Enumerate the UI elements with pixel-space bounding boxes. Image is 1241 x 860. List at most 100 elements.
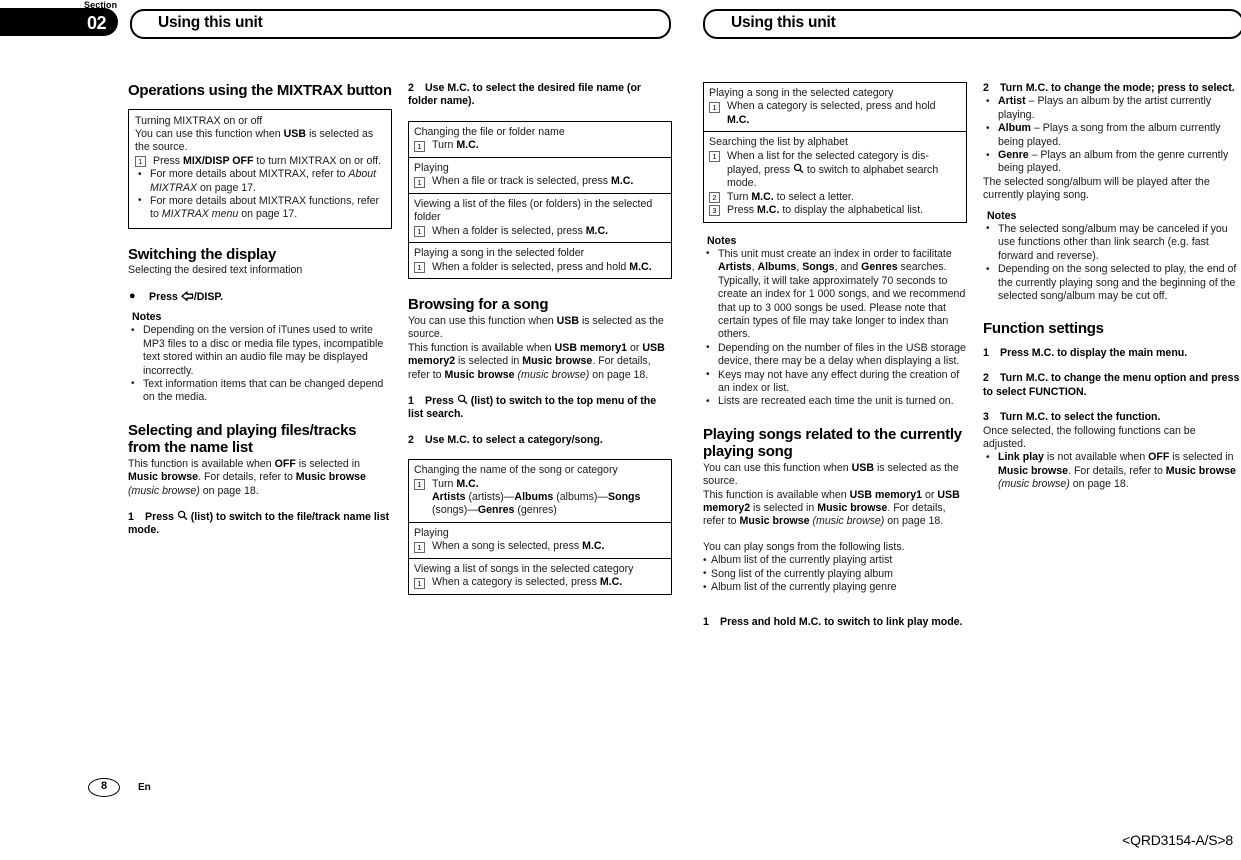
step-number-badge: 1 <box>414 226 425 238</box>
notes-heading-4: Notes <box>987 209 1017 222</box>
procedure-row-title: Viewing a list of songs in the selected … <box>414 563 634 576</box>
procedure-row-title: Changing the file or folder name <box>414 125 565 138</box>
page-footer-left: 8 En <box>88 778 151 797</box>
chapter-tab-left-label: Using this unit <box>158 14 263 31</box>
function-step-2: 2 Turn M.C. to change the menu option and… <box>983 372 1240 398</box>
link-play-step-2: 2 Turn M.C. to change the mode; press to … <box>983 82 1235 94</box>
step-number-badge: 1 <box>414 140 425 152</box>
procedure-row-title: Playing <box>414 161 449 174</box>
link-play-step-1: 1 Press and hold M.C. to switch to link p… <box>703 615 963 628</box>
bullet-dot-icon: • <box>986 223 990 235</box>
step-number-badge: 3 <box>709 205 720 217</box>
bullet-dot-icon: • <box>986 122 990 134</box>
mode-item: • Album – Plays a song from the album cur… <box>986 122 1221 148</box>
bullet-dot-icon: • <box>131 378 135 390</box>
category-song-procedure-box: Changing the name of the song or categor… <box>408 459 672 596</box>
magnifier-list-icon <box>457 394 468 405</box>
after-modes-text: The selected song/album will be played a… <box>983 175 1210 202</box>
step-number-badge: 1 <box>414 176 425 188</box>
step-number-badge: 1 <box>135 156 146 168</box>
notes-list-4: • The selected song/album may be canceled… <box>983 223 1241 303</box>
mode-item: • Genre – Plays an album from the genre c… <box>986 149 1229 175</box>
browsing-step-1: 1 Press (list) to switch to the top menu … <box>408 394 657 421</box>
bullet-dot-icon: • <box>986 451 990 463</box>
mixtrax-procedure-box: Turning MIXTRAX on or off You can use th… <box>128 108 392 229</box>
column-1: Operations using the MIXTRAX button Turn… <box>128 82 392 538</box>
heading-selecting-playing: Selecting and playing files/tracks from … <box>128 421 357 457</box>
chapter-tab-right: Using this unit <box>703 9 1241 39</box>
procedure-row-title: Changing the name of the song or categor… <box>414 464 618 477</box>
alphabet-search-procedure-box: Playing a song in the selected category … <box>703 82 967 223</box>
procedure-row-step: 1 Turn M.C. <box>414 478 666 491</box>
bullet-dot-icon: • <box>138 168 142 180</box>
bullet-dot-icon: • <box>131 324 135 336</box>
procedure-row-step: 1 When a folder is selected, press and ho… <box>414 261 666 274</box>
procedure-row-title: Playing <box>414 526 449 539</box>
procedure-row: Viewing a list of the files (or folders)… <box>409 194 671 244</box>
function-step-3-note: Once selected, the following functions c… <box>983 424 1196 450</box>
page-number: 8 <box>88 778 120 797</box>
page-header: Section 02 Using this unit Using this un… <box>0 0 1241 42</box>
bullet-dot-icon: • <box>703 581 707 593</box>
note-item: • Depending on the song selected to play,… <box>986 263 1237 302</box>
list-item: • Song list of the currently playing albu… <box>703 567 893 580</box>
procedure-row: Viewing a list of songs in the selected … <box>409 559 671 594</box>
mixtrax-box-lead: You can use this function when USB is se… <box>135 127 374 154</box>
browsing-intro-1: You can use this function when USB is se… <box>408 314 664 341</box>
procedure-row: Playing a song in the selected folder 1W… <box>409 243 671 278</box>
mixtrax-step-1: 1 Press MIX/DISP OFF to turn MIXTRAX on o… <box>135 155 385 168</box>
heading-playing-related-songs: Playing songs related to the currently p… <box>703 425 962 461</box>
document-code: <QRD3154-A/S>8 <box>1122 832 1233 848</box>
back-arrow-icon <box>181 290 194 301</box>
language-code: En <box>138 782 151 793</box>
heading-operations-mixtrax: Operations using the MIXTRAX button <box>128 82 392 99</box>
filled-bullet-icon: ● <box>129 289 136 302</box>
mode-item: • Artist – Plays an album by the artist c… <box>986 95 1212 121</box>
column-2: 2 Use M.C. to select the desired file nam… <box>408 82 672 596</box>
selecting-step-1: 1 Press (list) to switch to the file/trac… <box>128 510 390 537</box>
section-number: 02 <box>86 13 107 33</box>
section-number-pill: 02 <box>0 8 118 36</box>
step-number-badge: 1 <box>414 479 425 491</box>
notes-heading-3: Notes <box>707 234 737 247</box>
file-name-procedure-box: Changing the file or folder name 1 Turn M… <box>408 120 672 280</box>
step-number-badge: 1 <box>709 151 720 163</box>
bullet-dot-icon: • <box>706 248 710 260</box>
play-lists-lead: You can play songs from the following li… <box>703 540 905 553</box>
chapter-tab-left: Using this unit <box>130 9 671 39</box>
browsing-step-2: 2 Use M.C. to select a category/song. <box>408 433 603 446</box>
magnifier-list-icon <box>793 163 804 174</box>
procedure-row: Searching the list by alphabet 1 When a l… <box>704 132 966 221</box>
function-step-3: 3 Turn M.C. to select the function. <box>983 411 1161 424</box>
step-number-badge: 1 <box>709 101 720 113</box>
function-step-1: 1 Press M.C. to display the main menu. <box>983 346 1188 359</box>
bullet-dot-icon: • <box>986 95 990 107</box>
procedure-row-step: 1 Turn M.C. <box>414 139 666 152</box>
use-mc-step-2: 2 Use M.C. to select the desired file nam… <box>408 82 642 108</box>
procedure-row-step: 1 When a song is selected, press M.C. <box>414 540 666 553</box>
heading-browsing-song: Browsing for a song <box>408 296 549 314</box>
note-item: • Keys may not have any effect during the… <box>706 368 960 395</box>
bullet-dot-icon: • <box>703 554 707 566</box>
bullet-dot-icon: • <box>706 395 710 407</box>
note-item: • The selected song/album may be canceled… <box>986 222 1228 262</box>
procedure-row-title: Playing a song in the selected category <box>709 87 894 99</box>
note-item: • This unit must create an index in order… <box>706 247 966 341</box>
note-item: • Depending on the version of iTunes used… <box>131 324 384 377</box>
press-disp-step: ● Press /DISP. <box>129 289 224 303</box>
function-bullets: • Link play is not available when OFF is … <box>983 451 1241 491</box>
bullet-dot-icon: • <box>703 568 707 580</box>
procedure-row-step: 1 When a category is selected, press and … <box>709 100 961 127</box>
mixtrax-box-title: Turning MIXTRAX on or off <box>135 114 263 127</box>
browsing-intro-2: This function is available when USB memo… <box>408 341 665 381</box>
bullet-dot-icon: • <box>706 369 710 381</box>
note-item: • Text information items that can be chan… <box>131 377 384 404</box>
list-item: • Album list of the currently playing art… <box>703 554 893 567</box>
bullet-dot-icon: • <box>138 195 142 207</box>
note-item: • Depending on the number of files in the… <box>706 341 966 368</box>
playing-related-intro-1: You can use this function when USB is se… <box>703 461 959 488</box>
step-number-badge: 1 <box>414 577 425 589</box>
heading-switching-display: Switching the display <box>128 245 277 263</box>
column-3: Playing a song in the selected category … <box>703 82 967 629</box>
procedure-row-step: 1 When a category is selected, press M.C. <box>414 576 666 589</box>
